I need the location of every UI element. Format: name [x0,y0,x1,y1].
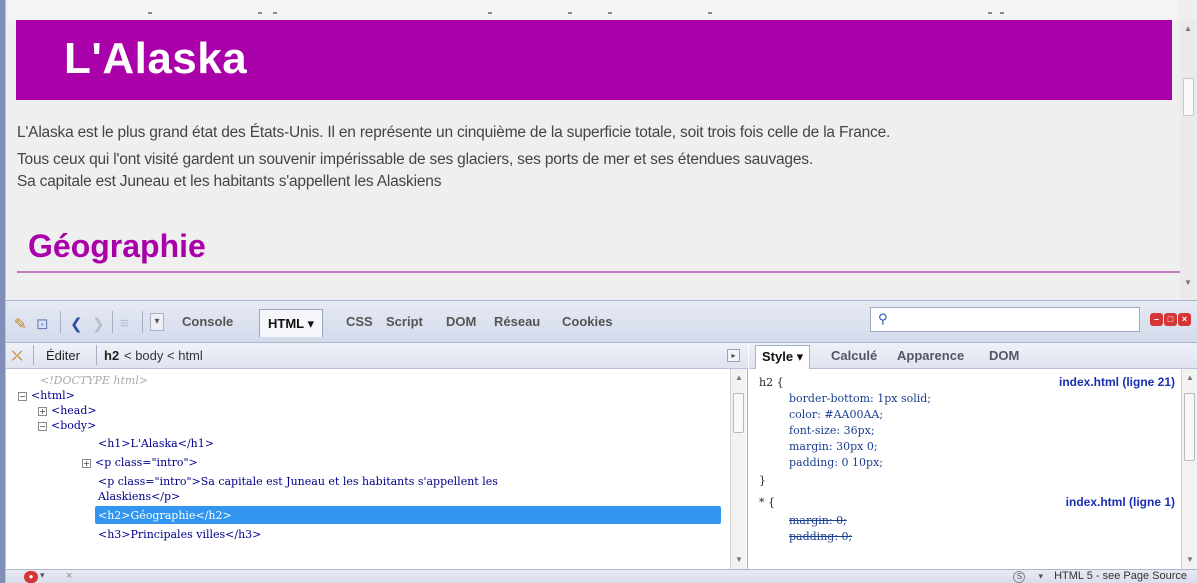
css-declaration[interactable]: padding: 0 10px; [789,455,883,471]
intro-line: L'Alaska est le plus grand état des État… [17,124,891,141]
css-declaration[interactable]: border-bottom: 1px solid; [789,391,931,407]
tree-node-selected[interactable]: <h2>Géographie</h2> [98,508,232,523]
breadcrumb-current[interactable]: h2 [104,348,119,363]
css-selector: h2 { [759,376,784,389]
doctype-status[interactable]: HTML 5 - see Page Source [1054,570,1187,582]
scroll-thumb[interactable] [1184,393,1195,461]
minimize-icon[interactable]: – [1150,313,1163,326]
tab-reseau[interactable]: Réseau [494,314,540,329]
style-scrollbar[interactable]: ▲ ▼ [1181,369,1197,569]
html-panel: ⤫ Éditer h2 < body < html ▸ <!DOCTYPE ht… [6,343,748,569]
dropdown-icon[interactable]: ▾ [150,313,164,331]
search-icon: ⚲ [878,311,888,326]
firebug-panel: ✎ ⊡ ❮ ❯ ≡ ▾ Console HTML ▾ CSS Script DO… [6,300,1197,583]
source-icon[interactable]: ⤫ [12,348,22,364]
tree-node[interactable]: − <html> [18,388,75,403]
edit-button[interactable]: Éditer [46,348,80,363]
breadcrumb-path[interactable]: < body < html [124,348,203,363]
validator-icon[interactable]: S [1013,571,1026,583]
firebug-menu-icon[interactable]: ✎ [14,315,27,333]
tree-node[interactable]: <h1>L'Alaska</h1> [98,436,214,451]
tab-cookies[interactable]: Cookies [562,314,613,329]
tab-css[interactable]: CSS [346,314,373,329]
firebug-toolbar: ✎ ⊡ ❮ ❯ ≡ ▾ Console HTML ▾ CSS Script DO… [6,301,1197,343]
tree-node[interactable]: <h3>Principales villes</h3> [98,527,261,542]
breadcrumb: ⤫ Éditer h2 < body < html ▸ [6,343,748,369]
page-title: L'Alaska [64,34,248,83]
css-source-link[interactable]: index.html (ligne 21) [1059,375,1175,389]
tab-dom[interactable]: DOM [989,348,1019,363]
tree-node[interactable]: <p class="intro">Sa capitale est Juneau … [98,474,498,489]
back-icon[interactable]: ❮ [70,315,83,333]
intro-line: Tous ceux qui l'ont visité gardent un so… [17,151,813,168]
css-declaration-overridden[interactable]: margin: 0; [789,513,847,529]
browser-window: L'Alaska L'Alaska est le plus grand état… [0,0,1197,583]
status-right: S ▾ HTML 5 - see Page Source [1013,570,1187,583]
tab-style[interactable]: Style ▾ [755,345,811,369]
collapse-icon[interactable]: − [38,422,47,431]
style-panel: Style ▾ Calculé Apparence DOM h2 { index… [749,343,1197,569]
tab-apparence[interactable]: Apparence [897,348,964,363]
scroll-thumb[interactable] [733,393,744,433]
intro-line: Sa capitale est Juneau et les habitants … [17,173,442,190]
page-banner: L'Alaska [16,20,1172,100]
tab-script[interactable]: Script [386,314,423,329]
tab-dom[interactable]: DOM [446,314,476,329]
rendered-page: L'Alaska L'Alaska est le plus grand état… [0,0,1197,300]
scroll-thumb[interactable] [1183,78,1194,116]
forward-icon[interactable]: ❯ [92,315,105,333]
close-status-icon[interactable]: × [66,570,72,582]
detach-icon[interactable]: □ [1164,313,1177,326]
tree-node[interactable]: + <head> [38,403,97,418]
status-bar: ● ▾ × S ▾ HTML 5 - see Page Source [6,569,1197,583]
scroll-up-icon[interactable]: ▲ [735,373,743,382]
tree-node[interactable]: + <p class="intro"> [82,455,198,470]
scroll-down-icon[interactable]: ▼ [1184,278,1192,287]
tree-line: <!DOCTYPE html> [40,374,149,387]
collapse-icon[interactable]: − [18,392,27,401]
scroll-down-icon[interactable]: ▼ [735,555,743,564]
css-selector: * { [759,496,775,509]
scroll-up-icon[interactable]: ▲ [1186,373,1194,382]
chevron-down-icon[interactable]: ▾ [1039,571,1044,581]
style-tabs: Style ▾ Calculé Apparence DOM [749,343,1197,369]
expand-icon[interactable]: + [82,459,91,468]
chevron-down-icon[interactable]: ▾ [40,570,45,581]
css-declaration[interactable]: color: #AA00AA; [789,407,883,423]
css-declaration[interactable]: font-size: 36px; [789,423,875,439]
close-icon[interactable]: × [1178,313,1191,326]
firebug-status-icon[interactable]: ● [24,571,38,583]
search-input[interactable]: ⚲ [870,307,1140,332]
tree-node[interactable]: − <body> [38,418,96,433]
panel-menu-icon[interactable]: ▸ [727,349,740,362]
css-declaration[interactable]: margin: 30px 0; [789,439,878,455]
list-icon[interactable]: ≡ [120,315,129,332]
scroll-up-icon[interactable]: ▲ [1184,24,1192,33]
css-close-brace: } [759,474,766,487]
css-rules: h2 { index.html (ligne 21) border-bottom… [749,369,1179,569]
top-edge [8,0,1178,20]
section-heading: Géographie [28,228,206,264]
tab-console[interactable]: Console [182,314,233,329]
css-declaration-overridden[interactable]: padding: 0; [789,529,852,545]
css-source-link[interactable]: index.html (ligne 1) [1066,495,1175,509]
tab-calcule[interactable]: Calculé [831,348,877,363]
heading-underline [17,271,1180,273]
html-tree: <!DOCTYPE html> − <html> + <head> − <body> … [6,369,730,569]
tab-html[interactable]: HTML ▾ [259,309,324,337]
html-scrollbar[interactable]: ▲ ▼ [730,369,746,569]
inspect-icon[interactable]: ⊡ [36,315,49,333]
page-scrollbar[interactable]: ▲ ▼ [1180,20,1197,300]
tree-node-cont[interactable]: Alaskiens</p> [98,489,180,504]
scroll-down-icon[interactable]: ▼ [1186,555,1194,564]
expand-icon[interactable]: + [38,407,47,416]
